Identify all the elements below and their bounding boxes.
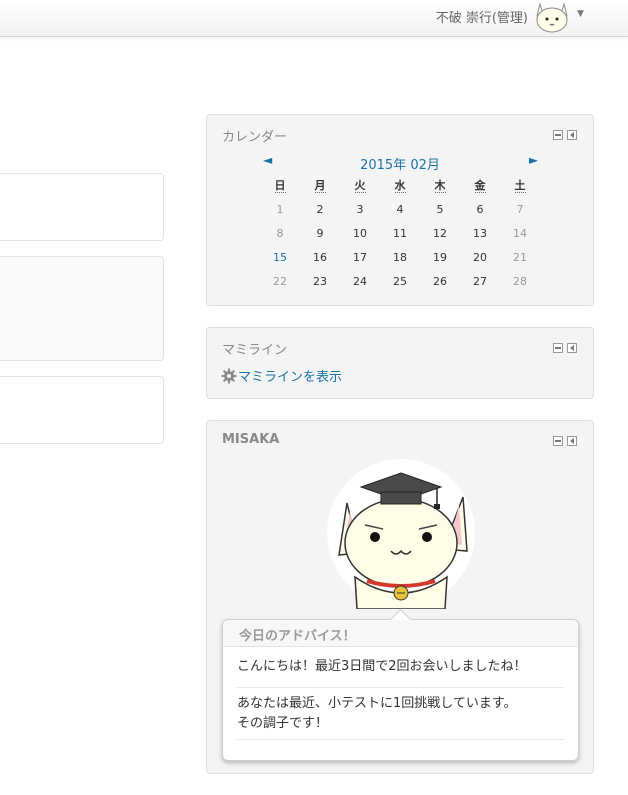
calendar-block: カレンダー ◄ 2015年 02月 ► 日 月 火 水 木 金 土 1 2 3 … bbox=[206, 114, 594, 306]
mamiline-link-label[interactable]: マミラインを表示 bbox=[238, 366, 342, 385]
calendar-day: 26 bbox=[433, 275, 447, 288]
calendar-day: 6 bbox=[476, 203, 484, 216]
advice-text: こんにちは！最近3日間で2回お会いしましたね！ bbox=[237, 659, 527, 674]
calendar-week: 8 9 10 11 12 13 14 bbox=[260, 227, 540, 251]
dock-icon[interactable] bbox=[567, 130, 577, 140]
calendar-day: 24 bbox=[353, 275, 367, 288]
calendar-day: 4 bbox=[396, 203, 404, 216]
misaka-block: MISAKA 今日のアドバイス！ こんにちは！最近3日間で2回お会いしましたね！… bbox=[206, 420, 594, 774]
dock-icon[interactable] bbox=[567, 343, 577, 353]
calendar-day: 18 bbox=[393, 251, 407, 264]
misaka-title: MISAKA bbox=[222, 432, 280, 447]
weekday-thu: 木 bbox=[420, 179, 460, 203]
calendar-week: 22 23 24 25 26 27 28 bbox=[260, 275, 540, 299]
advice-bubble: 今日のアドバイス！ こんにちは！最近3日間で2回お会いしましたね！ あなたは最近… bbox=[222, 608, 579, 761]
advice-text: その調子です！ bbox=[237, 716, 329, 731]
weekday-tue: 火 bbox=[340, 179, 380, 203]
minimize-icon[interactable] bbox=[553, 436, 563, 446]
weekday-label: 水 bbox=[394, 179, 406, 193]
user-menu-name[interactable]: 不破 崇行(管理) bbox=[436, 7, 528, 26]
calendar-day: 7 bbox=[516, 203, 524, 216]
mamiline-block: マミライン マミラインを表示 bbox=[206, 327, 594, 399]
calendar-week: 1 2 3 4 5 6 7 bbox=[260, 203, 540, 227]
minimize-icon[interactable] bbox=[553, 130, 563, 140]
user-avatar[interactable] bbox=[533, 0, 571, 34]
calendar-grid: 日 月 火 水 木 金 土 1 2 3 4 5 6 7 8 9 10 11 12… bbox=[260, 179, 540, 299]
weekday-label: 日 bbox=[274, 179, 286, 193]
calendar-day-today[interactable]: 15 bbox=[260, 251, 300, 275]
advice-title: 今日のアドバイス！ bbox=[239, 629, 356, 644]
weekday-wed: 水 bbox=[380, 179, 420, 203]
calendar-day: 28 bbox=[513, 275, 527, 288]
calendar-day: 1 bbox=[276, 203, 284, 216]
calendar-day: 27 bbox=[473, 275, 487, 288]
chevron-down-icon[interactable]: ▼ bbox=[577, 9, 584, 19]
weekday-mon: 月 bbox=[300, 179, 340, 203]
advice-text: あなたは最近、小テストに1回挑戦しています。 bbox=[237, 696, 517, 711]
advice-message-1: こんにちは！最近3日間で2回お会いしましたね！ bbox=[237, 657, 564, 688]
course-box-1 bbox=[0, 173, 164, 241]
dock-icon[interactable] bbox=[567, 436, 577, 446]
advice-message-2: あなたは最近、小テストに1回挑戦しています。 その調子です！ bbox=[237, 694, 564, 740]
top-navbar: 不破 崇行(管理) ▼ bbox=[0, 0, 628, 37]
course-box-3 bbox=[0, 376, 164, 444]
mamiline-show-link[interactable]: マミラインを表示 bbox=[221, 366, 342, 385]
calendar-day: 11 bbox=[393, 227, 407, 240]
weekday-label: 木 bbox=[434, 179, 446, 193]
calendar-week: 15 16 17 18 19 20 21 bbox=[260, 251, 540, 275]
weekday-fri: 金 bbox=[460, 179, 500, 203]
calendar-title: カレンダー bbox=[222, 130, 288, 145]
calendar-day: 25 bbox=[393, 275, 407, 288]
mamiline-title: マミライン bbox=[222, 343, 288, 358]
calendar-day: 12 bbox=[433, 227, 447, 240]
calendar-day: 21 bbox=[513, 251, 527, 264]
calendar-day: 10 bbox=[353, 227, 367, 240]
calendar-day: 5 bbox=[436, 203, 444, 216]
calendar-next-month[interactable]: ► bbox=[529, 153, 538, 167]
calendar-day: 19 bbox=[433, 251, 447, 264]
weekday-sun: 日 bbox=[260, 179, 300, 203]
calendar-day: 3 bbox=[356, 203, 364, 216]
weekday-label: 月 bbox=[314, 179, 326, 193]
calendar-day: 17 bbox=[353, 251, 367, 264]
calendar-day: 14 bbox=[513, 227, 527, 240]
calendar-day: 8 bbox=[276, 227, 284, 240]
cat-mascot-image bbox=[327, 459, 475, 609]
calendar-day: 23 bbox=[313, 275, 327, 288]
weekday-label: 火 bbox=[354, 179, 366, 193]
calendar-day: 22 bbox=[273, 275, 287, 288]
minimize-icon[interactable] bbox=[553, 343, 563, 353]
weekday-label: 土 bbox=[514, 179, 526, 193]
course-box-2 bbox=[0, 256, 164, 361]
calendar-day: 9 bbox=[316, 227, 324, 240]
calendar-day: 20 bbox=[473, 251, 487, 264]
calendar-day: 2 bbox=[316, 203, 324, 216]
gear-icon bbox=[221, 368, 237, 383]
advice-header: 今日のアドバイス！ bbox=[223, 620, 578, 647]
weekday-sat: 土 bbox=[500, 179, 540, 203]
calendar-weekday-row: 日 月 火 水 木 金 土 bbox=[260, 179, 540, 203]
calendar-day: 16 bbox=[313, 251, 327, 264]
calendar-day: 13 bbox=[473, 227, 487, 240]
weekday-label: 金 bbox=[474, 179, 486, 193]
